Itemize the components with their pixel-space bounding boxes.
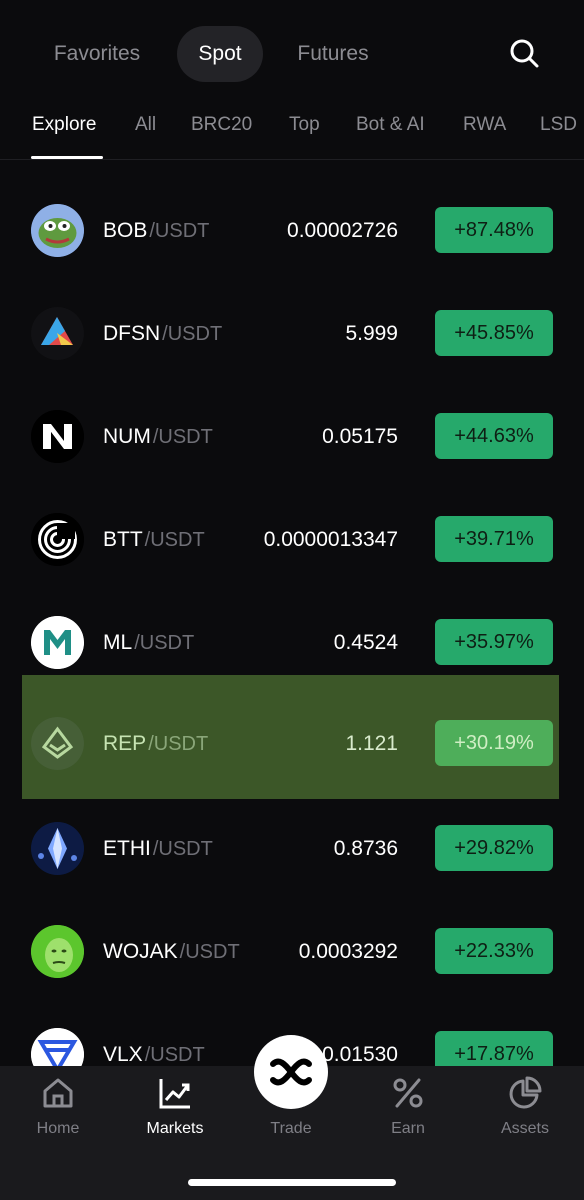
nav-label: Earn (391, 1120, 425, 1137)
tab-brc20[interactable]: BRC20 (191, 114, 252, 136)
search-icon (510, 39, 539, 68)
tab-favorites[interactable]: Favorites (34, 26, 160, 82)
base-asset: NUM (103, 425, 151, 448)
wojak-coin-icon (31, 925, 84, 978)
home-icon (43, 1078, 73, 1108)
pie-chart-icon (509, 1076, 542, 1109)
nav-earn[interactable]: Earn (350, 1066, 466, 1166)
home-indicator (188, 1179, 396, 1186)
market-row-bob[interactable]: BOB/USDT 0.00002726 +87.48% (0, 180, 584, 283)
btt-coin-icon (31, 513, 84, 566)
tab-lsd[interactable]: LSD (540, 114, 577, 136)
market-symbol: DFSN/USDT (103, 322, 222, 346)
num-coin-icon (31, 410, 84, 463)
tab-all[interactable]: All (135, 114, 156, 136)
nav-home[interactable]: Home (0, 1066, 116, 1166)
base-asset: REP (103, 732, 147, 755)
dfsn-coin-icon (31, 307, 84, 360)
quote-asset: /USDT (144, 1044, 205, 1066)
base-asset: BOB (103, 219, 148, 242)
market-row-wojak[interactable]: WOJAK/USDT 0.0003292 +22.33% (0, 901, 584, 1004)
quote-asset: /USDT (152, 426, 213, 448)
tab-bot-ai[interactable]: Bot & AI (356, 114, 425, 136)
last-price: 0.8736 (333, 837, 398, 860)
market-symbol: NUM/USDT (103, 425, 213, 449)
ethi-coin-icon (31, 822, 84, 875)
quote-asset: /USDT (148, 733, 209, 755)
bob-coin-icon (31, 204, 84, 257)
change-badge[interactable]: +17.87% (435, 1031, 553, 1066)
quote-asset: /USDT (134, 632, 195, 654)
market-row-dfsn[interactable]: DFSN/USDT 5.999 +45.85% (0, 283, 584, 386)
market-list: BOB/USDT 0.00002726 +87.48% DFSN/USDT 5.… (0, 160, 584, 1066)
trade-icon (270, 1058, 312, 1086)
nav-markets[interactable]: Markets (117, 1066, 233, 1166)
quote-asset: /USDT (152, 838, 213, 860)
quote-asset: /USDT (162, 323, 223, 345)
last-price: 0.00002726 (287, 219, 398, 242)
tab-spot[interactable]: Spot (177, 26, 263, 82)
quote-asset: /USDT (149, 220, 210, 242)
change-badge[interactable]: +22.33% (435, 928, 553, 974)
market-row-btt[interactable]: BTT/USDT 0.0000013347 +39.71% (0, 489, 584, 592)
market-symbol: BTT/USDT (103, 528, 205, 552)
change-badge[interactable]: +87.48% (435, 207, 553, 253)
market-symbol: VLX/USDT (103, 1043, 205, 1066)
change-badge[interactable]: +30.19% (435, 720, 553, 766)
market-symbol: ETHI/USDT (103, 837, 213, 861)
nav-label: Markets (146, 1120, 204, 1137)
market-symbol: WOJAK/USDT (103, 940, 240, 964)
change-badge[interactable]: +45.85% (435, 310, 553, 356)
last-price: 0.05175 (322, 425, 398, 448)
base-asset: ETHI (103, 837, 151, 860)
last-price: 0.01530 (322, 1043, 398, 1066)
market-mode-tabs: Favorites Spot Futures (0, 0, 584, 100)
base-asset: DFSN (103, 322, 161, 345)
trade-button[interactable] (254, 1035, 328, 1109)
nav-label: Assets (500, 1120, 549, 1137)
last-price: 0.0000013347 (263, 528, 398, 551)
last-price: 1.121 (345, 732, 398, 755)
base-asset: BTT (103, 528, 143, 551)
last-price: 0.0003292 (298, 940, 398, 963)
quote-asset: /USDT (144, 529, 205, 551)
quote-asset: /USDT (179, 941, 240, 963)
base-asset: WOJAK (103, 940, 178, 963)
nav-label: Home (36, 1120, 80, 1137)
market-symbol: REP/USDT (103, 732, 208, 756)
category-tabs: Explore All BRC20 Top Bot & AI RWA LSD (0, 100, 584, 160)
tab-rwa[interactable]: RWA (463, 114, 506, 136)
nav-assets[interactable]: Assets (467, 1066, 583, 1166)
change-badge[interactable]: +44.63% (435, 413, 553, 459)
tab-top[interactable]: Top (289, 114, 320, 136)
base-asset: VLX (103, 1043, 143, 1066)
change-badge[interactable]: +39.71% (435, 516, 553, 562)
tab-futures[interactable]: Futures (280, 26, 386, 82)
last-price: 5.999 (345, 322, 398, 345)
market-symbol: ML/USDT (103, 631, 194, 655)
search-button[interactable] (506, 35, 544, 73)
ml-coin-icon (31, 616, 84, 669)
active-tab-indicator (31, 156, 103, 159)
market-symbol: BOB/USDT (103, 219, 209, 243)
rep-coin-icon (31, 717, 84, 770)
last-price: 0.4524 (333, 631, 398, 654)
market-row-rep[interactable]: REP/USDT 1.121 +30.19% (0, 675, 584, 799)
nav-label-trade: Trade (270, 1120, 312, 1137)
change-badge[interactable]: +35.97% (435, 619, 553, 665)
vlx-coin-icon (31, 1028, 84, 1066)
change-badge[interactable]: +29.82% (435, 825, 553, 871)
percent-icon (393, 1078, 423, 1108)
tab-explore[interactable]: Explore (32, 114, 96, 136)
market-row-ethi[interactable]: ETHI/USDT 0.8736 +29.82% (0, 798, 584, 901)
base-asset: ML (103, 631, 133, 654)
chart-line-icon (159, 1079, 190, 1109)
market-row-num[interactable]: NUM/USDT 0.05175 +44.63% (0, 386, 584, 489)
